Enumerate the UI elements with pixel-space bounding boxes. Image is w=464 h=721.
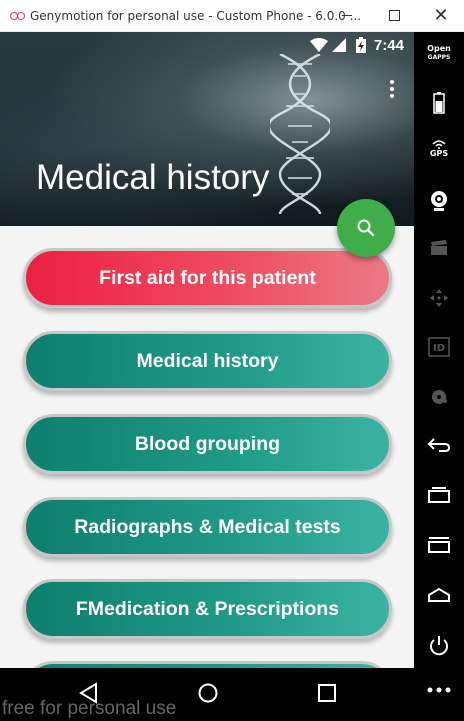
recent-apps-button[interactable] xyxy=(414,487,464,503)
minimize-button[interactable] xyxy=(324,0,370,31)
window-title: Genymotion for personal use - Custom Pho… xyxy=(30,8,362,23)
recent-apps-icon xyxy=(428,487,450,503)
opengapps-label-bottom: GAPPS xyxy=(427,54,451,61)
webcam-button[interactable] xyxy=(414,190,464,212)
battery-icon xyxy=(433,92,445,114)
clapperboard-icon xyxy=(431,240,447,255)
app-header: 7:44 Medical history xyxy=(0,32,414,226)
page-title: Medical history xyxy=(36,158,270,197)
opengapps-label-top: Open xyxy=(427,44,451,53)
id-label: ID xyxy=(433,343,445,354)
gps-signal-icon xyxy=(432,140,446,149)
screencast-button[interactable] xyxy=(414,240,464,256)
disk-icon xyxy=(432,390,447,404)
opengapps-button[interactable]: Open GAPPS xyxy=(414,44,464,62)
more-options-button[interactable] xyxy=(414,687,464,693)
home-button[interactable] xyxy=(414,587,464,603)
status-time: 7:44 xyxy=(373,37,404,54)
id-card-icon: ID xyxy=(428,337,450,357)
maximize-icon xyxy=(388,10,400,21)
webcam-icon xyxy=(431,191,447,211)
search-button[interactable] xyxy=(337,199,395,257)
back-arrow-icon xyxy=(427,438,451,452)
battery-button[interactable] xyxy=(414,92,464,114)
disk-io-button[interactable] xyxy=(414,387,464,407)
power-icon xyxy=(430,636,448,656)
minimize-icon xyxy=(342,15,352,16)
menu-icon xyxy=(428,537,450,553)
device-id-button[interactable]: ID xyxy=(414,337,464,357)
battery-charging-icon xyxy=(356,37,366,53)
search-icon xyxy=(357,219,375,237)
radiographs-tests-button[interactable]: Radiographs & Medical tests xyxy=(23,497,392,557)
genymotion-logo-icon xyxy=(10,11,25,21)
first-aid-button[interactable]: First aid for this patient xyxy=(23,248,392,308)
medication-prescriptions-button[interactable]: FMedication & Prescriptions xyxy=(23,579,392,639)
overflow-menu-icon[interactable] xyxy=(390,80,394,101)
emulator-window: Genymotion for personal use - Custom Pho… xyxy=(0,0,464,721)
dpad-icon xyxy=(430,289,448,307)
wifi-icon xyxy=(310,38,328,52)
power-button[interactable] xyxy=(414,635,464,657)
phone-screen: 7:44 Medical history First aid for this … xyxy=(0,32,414,668)
recents-nav-icon[interactable] xyxy=(318,684,336,702)
home-icon xyxy=(428,587,450,602)
close-button[interactable]: ✕ xyxy=(418,0,464,31)
back-button[interactable] xyxy=(414,437,464,453)
menu-button[interactable] xyxy=(414,537,464,553)
status-bar: 7:44 xyxy=(0,32,414,58)
emulator-side-toolbar: Open GAPPS GPS ID xyxy=(414,32,464,721)
maximize-button[interactable] xyxy=(371,0,417,31)
dna-helix-image xyxy=(270,54,330,214)
signal-icon xyxy=(332,38,346,52)
gps-button[interactable]: GPS xyxy=(414,139,464,158)
next-menu-button[interactable] xyxy=(23,661,392,668)
blood-grouping-button[interactable]: Blood grouping xyxy=(23,414,392,474)
watermark-text: free for personal use xyxy=(2,698,177,719)
close-icon: ✕ xyxy=(433,4,449,26)
more-horizontal-icon xyxy=(427,687,451,693)
medical-history-button[interactable]: Medical history xyxy=(23,331,392,391)
window-titlebar: Genymotion for personal use - Custom Pho… xyxy=(0,0,464,32)
gps-label: GPS xyxy=(429,149,449,158)
dpad-button[interactable] xyxy=(414,288,464,308)
home-nav-icon[interactable] xyxy=(197,682,219,704)
